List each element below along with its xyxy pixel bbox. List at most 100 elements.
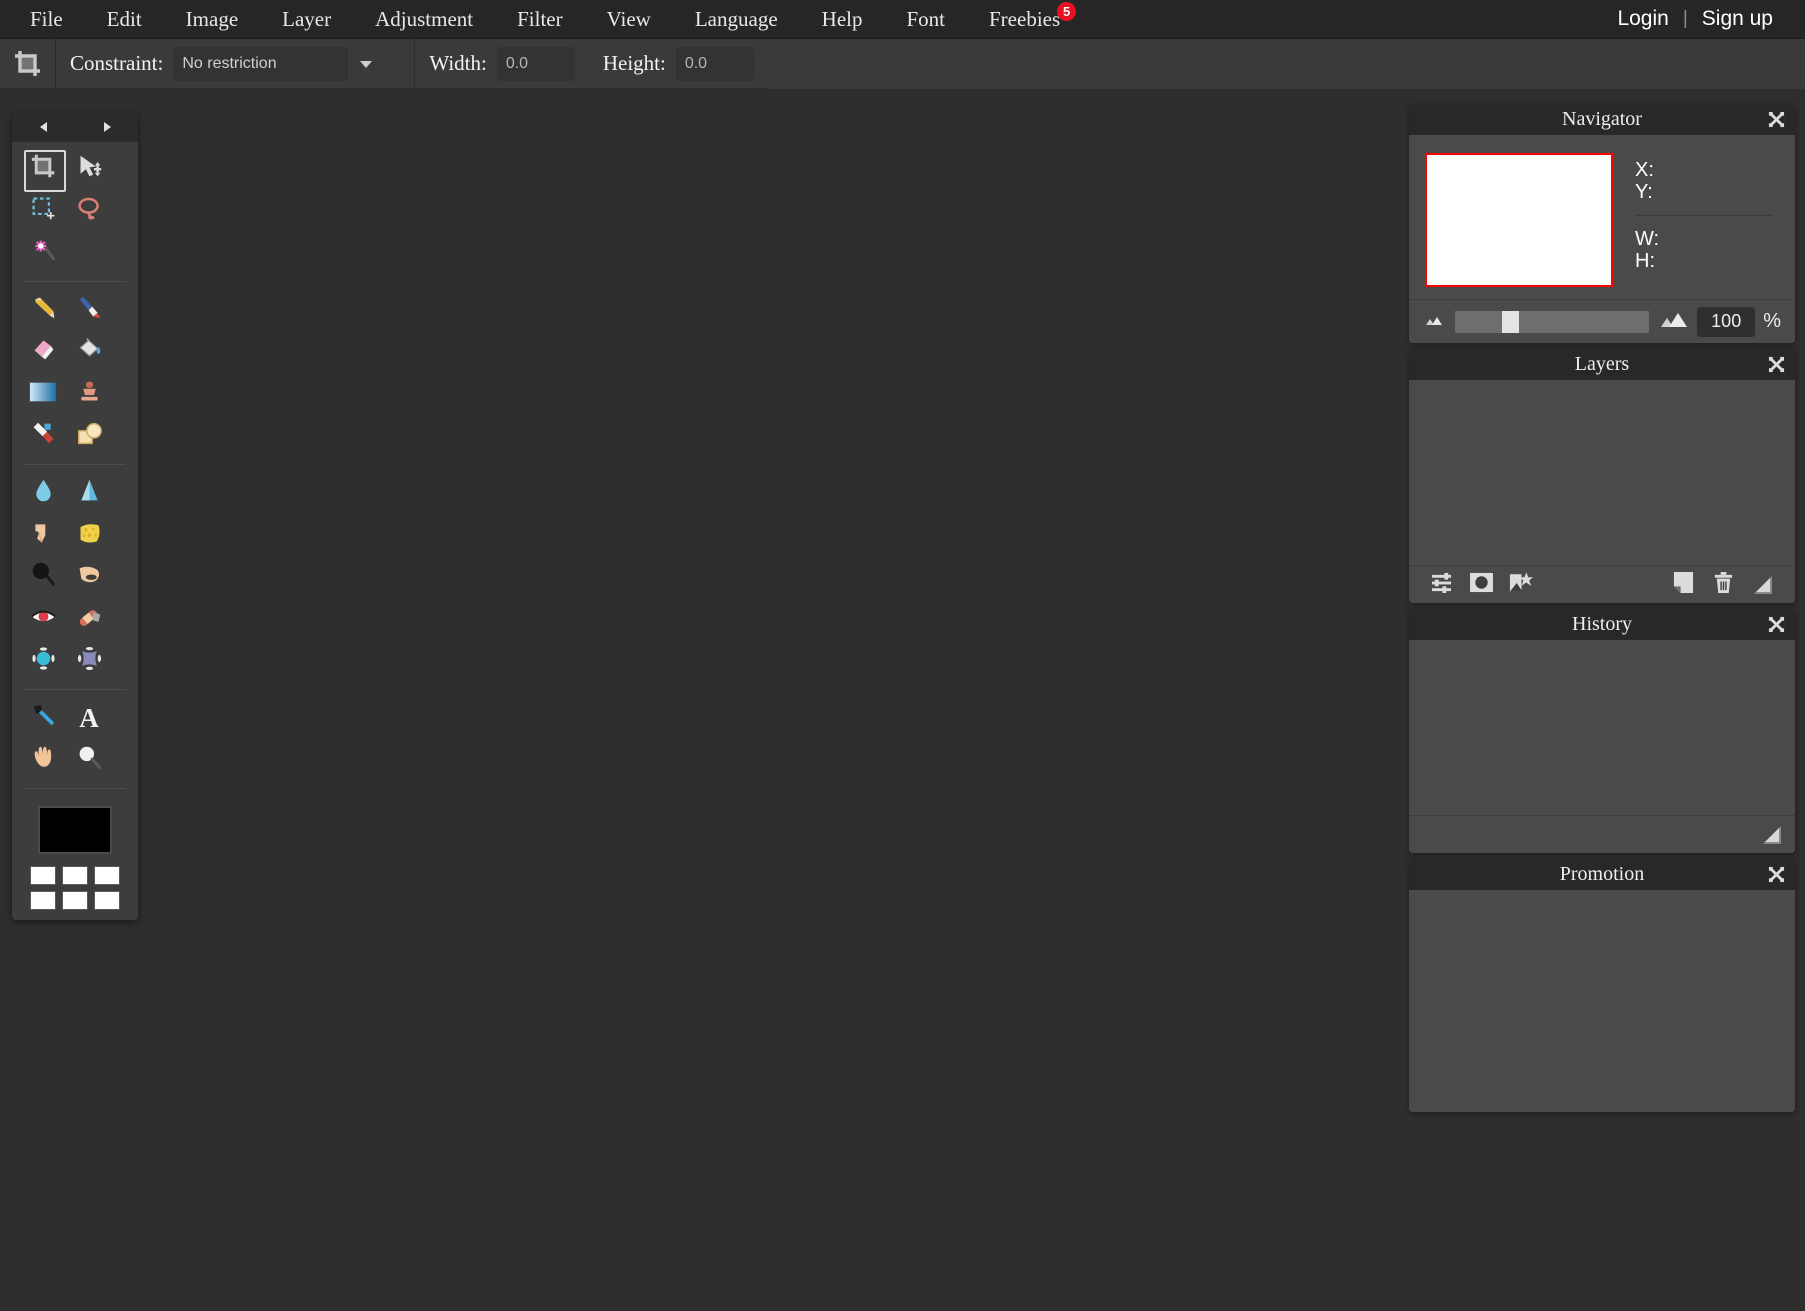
tool-eyedropper[interactable] bbox=[20, 697, 66, 739]
tool-separator-1 bbox=[24, 281, 126, 282]
promotion-content[interactable] bbox=[1409, 890, 1795, 1112]
menu-item-file[interactable]: File bbox=[8, 0, 85, 39]
promotion-panel: Promotion bbox=[1409, 859, 1795, 1112]
tool-sponge[interactable] bbox=[66, 514, 112, 556]
navigator-panel-title: Navigator bbox=[1562, 108, 1642, 130]
large-mountains-icon[interactable] bbox=[1659, 310, 1689, 333]
palette-swatch[interactable] bbox=[62, 866, 88, 885]
width-input[interactable]: 0.0 bbox=[496, 46, 575, 81]
triangle-right-icon[interactable] bbox=[87, 112, 127, 142]
right-panel-column: Navigator X: Y: W: H: 100 % Layers Histo… bbox=[1409, 104, 1795, 1118]
palette-swatch[interactable] bbox=[62, 891, 88, 910]
mask-circle-icon bbox=[1469, 572, 1494, 598]
menu-item-language[interactable]: Language bbox=[673, 0, 800, 39]
close-icon[interactable] bbox=[1768, 349, 1785, 380]
height-input[interactable]: 0.0 bbox=[675, 46, 754, 81]
tool-red-eye[interactable] bbox=[20, 598, 66, 640]
tool-magic-wand[interactable] bbox=[20, 232, 66, 274]
palette-swatch[interactable] bbox=[94, 866, 120, 885]
tool-move[interactable] bbox=[66, 148, 112, 190]
resize-grip-icon[interactable] bbox=[1761, 824, 1783, 846]
finger-icon bbox=[30, 519, 57, 551]
tool-burn[interactable] bbox=[20, 556, 66, 598]
tool-replace-color[interactable] bbox=[20, 415, 66, 457]
dodge-hand-icon bbox=[76, 561, 103, 593]
tool-spot-heal[interactable] bbox=[66, 598, 112, 640]
layers-panel-header: Layers bbox=[1409, 349, 1795, 380]
zoom-percent-label: % bbox=[1763, 310, 1781, 332]
menu-item-freebies[interactable]: Freebies 5 bbox=[967, 0, 1082, 39]
triangle-left-icon[interactable] bbox=[24, 112, 64, 142]
layer-styles-button[interactable] bbox=[1501, 571, 1541, 598]
signup-button[interactable]: Sign up bbox=[1688, 7, 1787, 31]
navigator-y-label: Y: bbox=[1635, 181, 1653, 203]
menu-item-help[interactable]: Help bbox=[800, 0, 885, 39]
menu-item-image[interactable]: Image bbox=[164, 0, 260, 39]
tool-zoom[interactable] bbox=[66, 739, 112, 781]
history-list[interactable] bbox=[1409, 640, 1795, 815]
tool-smudge[interactable] bbox=[20, 514, 66, 556]
tool-pinch[interactable] bbox=[66, 640, 112, 682]
tool-blur[interactable] bbox=[20, 472, 66, 514]
pencil-icon bbox=[30, 294, 57, 326]
menu-item-adjustment[interactable]: Adjustment bbox=[353, 0, 495, 39]
close-icon[interactable] bbox=[1768, 104, 1785, 135]
tool-paint-bucket[interactable] bbox=[66, 331, 112, 373]
menu-item-view[interactable]: View bbox=[585, 0, 673, 39]
tool-dodge[interactable] bbox=[66, 556, 112, 598]
tool-separator-3 bbox=[24, 689, 126, 690]
zoom-slider-track[interactable] bbox=[1455, 310, 1650, 333]
tool-type[interactable]: A bbox=[66, 697, 112, 739]
layers-list[interactable] bbox=[1409, 380, 1795, 565]
delete-layer-button[interactable] bbox=[1703, 571, 1743, 599]
menu-item-freebies-label: Freebies bbox=[989, 6, 1061, 31]
crop-icon bbox=[30, 153, 57, 185]
width-group: Width: 0.0 bbox=[415, 39, 588, 89]
tool-clone-stamp[interactable] bbox=[66, 373, 112, 415]
menu-bar-items: File Edit Image Layer Adjustment Filter … bbox=[0, 0, 1082, 39]
login-button[interactable]: Login bbox=[1603, 7, 1682, 31]
tool-gradient[interactable] bbox=[20, 373, 66, 415]
navigator-x-label: X: bbox=[1635, 159, 1654, 181]
close-icon[interactable] bbox=[1768, 609, 1785, 640]
palette-swatch[interactable] bbox=[94, 891, 120, 910]
tool-sharpen[interactable] bbox=[66, 472, 112, 514]
layers-panel-body bbox=[1409, 380, 1795, 603]
tool-shape[interactable] bbox=[66, 415, 112, 457]
tool-lasso[interactable] bbox=[66, 190, 112, 232]
tool-crop[interactable] bbox=[20, 148, 66, 192]
tool-hand[interactable] bbox=[20, 739, 66, 781]
close-icon[interactable] bbox=[1768, 859, 1785, 890]
tool-bloat[interactable] bbox=[20, 640, 66, 682]
menu-item-edit[interactable]: Edit bbox=[85, 0, 164, 39]
layer-settings-button[interactable] bbox=[1421, 572, 1461, 598]
tool-palette: A bbox=[12, 112, 138, 920]
paint-bucket-icon bbox=[76, 336, 103, 368]
tool-pencil[interactable] bbox=[20, 289, 66, 331]
options-bar-spacer bbox=[767, 38, 1805, 89]
star-effects-icon bbox=[1509, 571, 1534, 598]
foreground-color-swatch[interactable] bbox=[38, 806, 112, 854]
menu-item-layer[interactable]: Layer bbox=[260, 0, 353, 39]
constraint-select[interactable]: No restriction bbox=[173, 46, 349, 81]
menu-item-filter[interactable]: Filter bbox=[495, 0, 585, 39]
tool-eraser[interactable] bbox=[20, 331, 66, 373]
zoom-level-input[interactable]: 100 bbox=[1697, 306, 1756, 337]
eyedropper-icon bbox=[30, 702, 57, 734]
palette-swatch[interactable] bbox=[30, 891, 56, 910]
palette-swatch[interactable] bbox=[30, 866, 56, 885]
tool-brush[interactable] bbox=[66, 289, 112, 331]
chevron-down-icon[interactable] bbox=[348, 47, 384, 81]
tool-marquee-select[interactable] bbox=[20, 190, 66, 232]
layer-mask-button[interactable] bbox=[1461, 572, 1501, 598]
new-page-icon bbox=[1673, 571, 1694, 599]
marquee-icon bbox=[30, 195, 57, 227]
new-layer-button[interactable] bbox=[1663, 571, 1703, 599]
navigator-thumbnail[interactable] bbox=[1425, 153, 1613, 287]
zoom-slider-thumb[interactable] bbox=[1501, 310, 1519, 333]
small-mountains-icon[interactable] bbox=[1423, 312, 1445, 331]
constraint-label: Constraint: bbox=[70, 51, 164, 75]
menu-item-font[interactable]: Font bbox=[884, 0, 967, 39]
gradient-icon bbox=[29, 381, 57, 408]
layers-resize-grip[interactable] bbox=[1743, 574, 1783, 596]
